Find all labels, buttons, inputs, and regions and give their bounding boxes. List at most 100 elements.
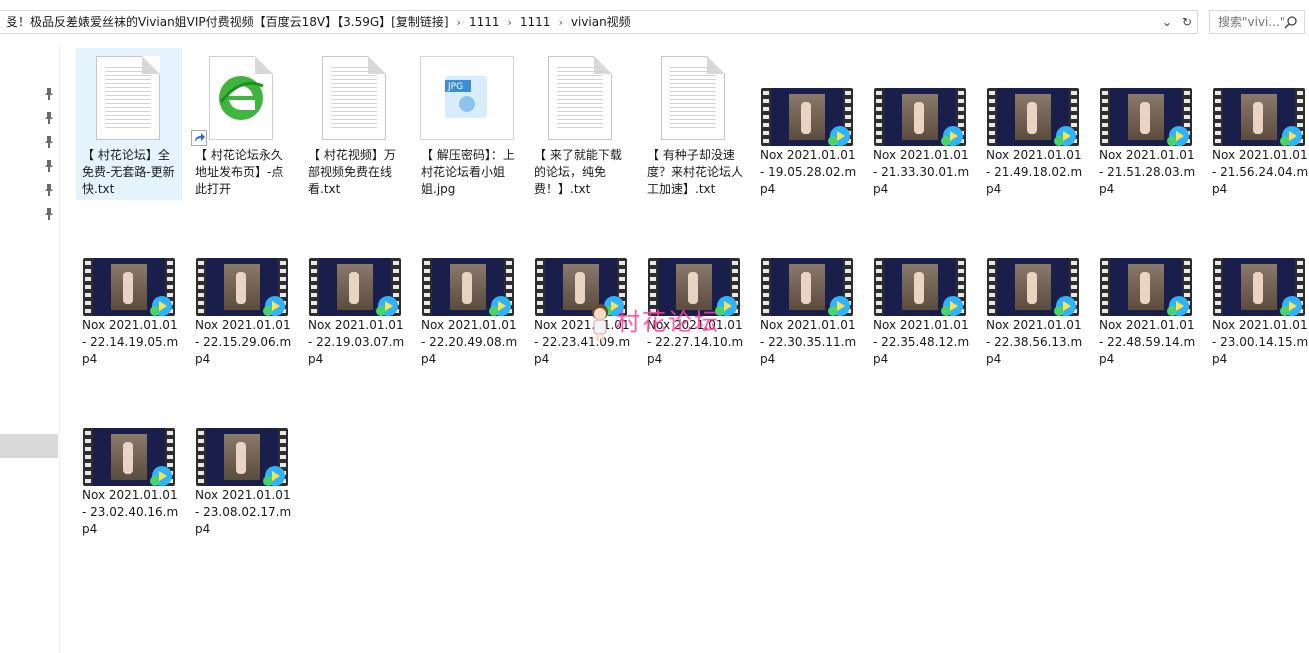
file-name: 【 村花论坛永久地址发布页】-点此打开 — [195, 148, 284, 196]
file-name: Nox 2021.01.01 - 22.19.03.07.mp4 — [308, 318, 405, 366]
file-item-video[interactable]: Nox 2021.01.01 - 22.15.29.06.mp4 — [189, 218, 295, 370]
address-toolbar: 㕛！极品反差婊爱丝袜的Vivian姐VIP付费视频【百度云18V】【3.59G】… — [0, 0, 1309, 44]
jpg-file-icon: JPG — [415, 50, 521, 146]
play-icon — [376, 296, 398, 316]
file-name: Nox 2021.01.01 - 23.00.14.15.mp4 — [1212, 318, 1309, 366]
play-icon — [150, 296, 172, 316]
video-thumbnail — [1093, 220, 1199, 316]
pin-icon[interactable] — [44, 136, 54, 148]
video-thumbnail — [867, 220, 973, 316]
play-icon — [1280, 126, 1302, 146]
file-item-video[interactable]: Nox 2021.01.01 - 21.56.24.04.mp4 — [1206, 48, 1309, 200]
breadcrumb-chevron-icon[interactable]: › — [505, 16, 513, 29]
file-name: 【 村花视频】万部视频免费在线看.txt — [308, 148, 396, 196]
file-item-video[interactable]: Nox 2021.01.01 - 22.23.41.09.mp4 — [528, 218, 634, 370]
file-name: 【 来了就能下载的论坛，纯免费！】.txt — [534, 148, 622, 196]
file-item-video[interactable]: Nox 2021.01.01 - 19.05.28.02.mp4 — [754, 48, 860, 200]
file-name: Nox 2021.01.01 - 23.02.40.16.mp4 — [82, 488, 179, 536]
navigation-pane — [0, 44, 60, 653]
play-icon — [1054, 126, 1076, 146]
text-file-icon — [528, 50, 634, 146]
play-icon — [828, 296, 850, 316]
pin-icon[interactable] — [44, 160, 54, 172]
file-item-video[interactable]: Nox 2021.01.01 - 21.49.18.02.mp4 — [980, 48, 1086, 200]
file-item-video[interactable]: Nox 2021.01.01 - 22.30.35.11.mp4 — [754, 218, 860, 370]
play-icon — [150, 466, 172, 486]
video-thumbnail — [189, 220, 295, 316]
breadcrumb-folder-1111-a[interactable]: 1111 — [463, 11, 506, 33]
file-name: Nox 2021.01.01 - 21.49.18.02.mp4 — [986, 148, 1083, 196]
file-item-video[interactable]: Nox 2021.01.01 - 22.20.49.08.mp4 — [415, 218, 521, 370]
breadcrumb-chevron-icon[interactable]: › — [455, 16, 463, 29]
file-name: Nox 2021.01.01 - 22.15.29.06.mp4 — [195, 318, 292, 366]
play-icon — [263, 296, 285, 316]
play-icon — [1167, 296, 1189, 316]
file-name: Nox 2021.01.01 - 22.35.48.12.mp4 — [873, 318, 970, 366]
file-item-video[interactable]: Nox 2021.01.01 - 22.48.59.14.mp4 — [1093, 218, 1199, 370]
breadcrumb-folder-vivian[interactable]: vivian视频 — [565, 11, 637, 33]
breadcrumb-folder-1111-b[interactable]: 1111 — [514, 11, 557, 33]
file-name: Nox 2021.01.01 - 22.20.49.08.mp4 — [421, 318, 518, 366]
pin-icon[interactable] — [44, 112, 54, 124]
file-name: Nox 2021.01.01 - 23.08.02.17.mp4 — [195, 488, 292, 536]
file-item-video[interactable]: Nox 2021.01.01 - 21.33.30.01.mp4 — [867, 48, 973, 200]
nav-selected-item[interactable] — [0, 434, 58, 458]
address-bar[interactable]: 㕛！极品反差婊爱丝袜的Vivian姐VIP付费视频【百度云18V】【3.59G】… — [0, 10, 1198, 34]
file-item-txt[interactable]: 【 来了就能下载的论坛，纯免费！】.txt — [528, 48, 634, 200]
refresh-icon[interactable]: ↻ — [1177, 11, 1197, 33]
play-icon — [828, 126, 850, 146]
file-name: 【 村花论坛】全免费-无套路-更新快.txt — [82, 148, 175, 196]
file-item-txt[interactable]: 【 村花视频】万部视频免费在线看.txt — [302, 48, 408, 200]
video-thumbnail — [980, 50, 1086, 146]
file-item-txt[interactable]: 【 村花论坛】全免费-无套路-更新快.txt — [76, 48, 182, 200]
watermark-text: 村花论坛 — [616, 308, 720, 336]
text-file-icon — [641, 50, 747, 146]
video-thumbnail — [1093, 50, 1199, 146]
play-icon — [489, 296, 511, 316]
play-icon — [1167, 126, 1189, 146]
play-icon — [1054, 296, 1076, 316]
watermark: 村花论坛 — [578, 298, 738, 341]
history-dropdown-icon[interactable]: ⌄ — [1157, 11, 1177, 33]
file-name: Nox 2021.01.01 - 21.56.24.04.mp4 — [1212, 148, 1309, 196]
video-thumbnail — [76, 390, 182, 486]
file-name: Nox 2021.01.01 - 22.30.35.11.mp4 — [760, 318, 857, 366]
breadcrumb-folder-title[interactable]: 㕛！极品反差婊爱丝袜的Vivian姐VIP付费视频【百度云18V】【3.59G】… — [0, 11, 455, 33]
video-thumbnail — [302, 220, 408, 316]
file-item-video[interactable]: Nox 2021.01.01 - 21.51.28.03.mp4 — [1093, 48, 1199, 200]
svg-text:JPG: JPG — [447, 82, 463, 92]
video-thumbnail — [415, 220, 521, 316]
file-name: 【 解压密码】：上村花论坛看小姐姐.jpg — [421, 148, 515, 196]
file-item-video[interactable]: Nox 2021.01.01 - 23.08.02.17.mp4 — [189, 388, 295, 540]
search-input[interactable] — [1218, 15, 1284, 29]
file-name: Nox 2021.01.01 - 22.14.19.05.mp4 — [82, 318, 179, 366]
video-thumbnail — [1206, 50, 1309, 146]
text-file-icon — [76, 50, 182, 146]
shortcut-arrow-icon — [191, 130, 207, 146]
file-item-jpg[interactable]: JPG 【 解压密码】：上村花论坛看小姐姐.jpg — [415, 48, 521, 200]
file-name: Nox 2021.01.01 - 21.51.28.03.mp4 — [1099, 148, 1196, 196]
file-item-txt[interactable]: 【 有种子却没速度？来村花论坛人工加速】.txt — [641, 48, 747, 200]
breadcrumb-chevron-icon[interactable]: › — [556, 16, 564, 29]
search-box[interactable] — [1209, 10, 1305, 34]
file-item-video[interactable]: Nox 2021.01.01 - 22.27.14.10.mp4 — [641, 218, 747, 370]
video-thumbnail — [980, 220, 1086, 316]
file-name: Nox 2021.01.01 - 22.38.56.13.mp4 — [986, 318, 1083, 366]
search-icon[interactable] — [1284, 15, 1298, 29]
file-item-video[interactable]: Nox 2021.01.01 - 22.38.56.13.mp4 — [980, 218, 1086, 370]
video-thumbnail — [1206, 220, 1309, 316]
file-item-video[interactable]: Nox 2021.01.01 - 22.35.48.12.mp4 — [867, 218, 973, 370]
file-item-video[interactable]: Nox 2021.01.01 - 23.00.14.15.mp4 — [1206, 218, 1309, 370]
internet-shortcut-icon — [189, 50, 295, 146]
pin-icon[interactable] — [44, 184, 54, 196]
file-item-video[interactable]: Nox 2021.01.01 - 22.19.03.07.mp4 — [302, 218, 408, 370]
file-item-video[interactable]: Nox 2021.01.01 - 22.14.19.05.mp4 — [76, 218, 182, 370]
text-file-icon — [302, 50, 408, 146]
file-item-video[interactable]: Nox 2021.01.01 - 23.02.40.16.mp4 — [76, 388, 182, 540]
file-item-shortcut[interactable]: 【 村花论坛永久地址发布页】-点此打开 — [189, 48, 295, 200]
pin-icon[interactable] — [44, 88, 54, 100]
video-thumbnail — [189, 390, 295, 486]
pin-icon[interactable] — [44, 208, 54, 220]
play-icon — [1280, 296, 1302, 316]
file-name: 【 有种子却没速度？来村花论坛人工加速】.txt — [647, 148, 744, 196]
